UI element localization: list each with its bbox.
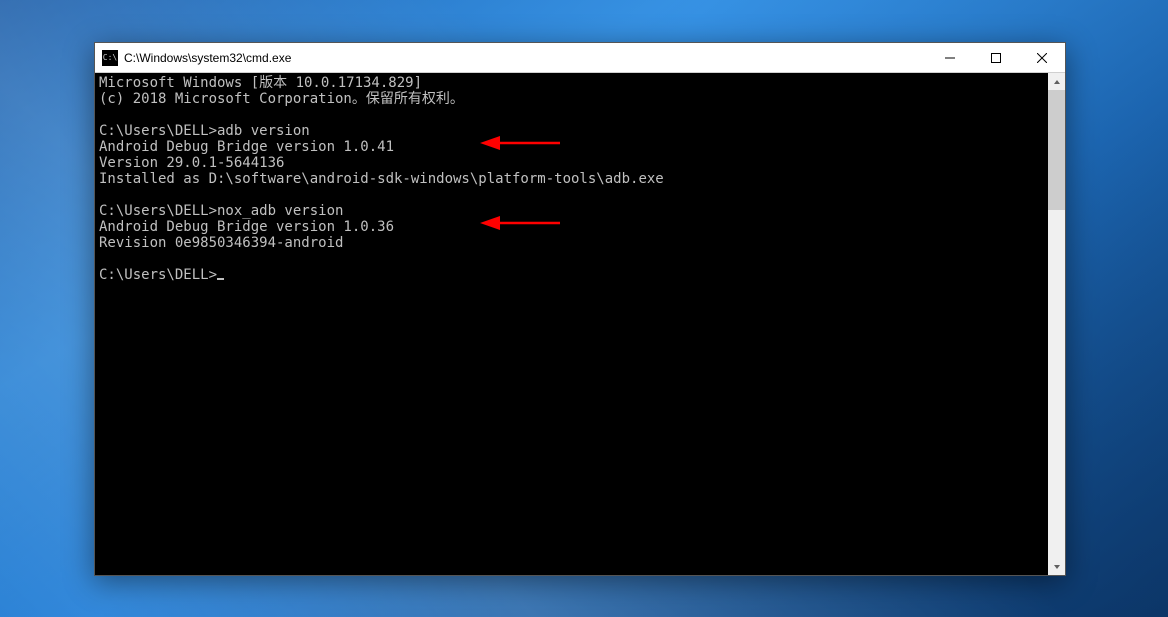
cmd-icon: C:\ xyxy=(102,50,118,66)
close-button[interactable] xyxy=(1019,43,1065,72)
vertical-scrollbar[interactable] xyxy=(1048,73,1065,575)
window-title: C:\Windows\system32\cmd.exe xyxy=(124,51,927,65)
scroll-up-button[interactable] xyxy=(1048,73,1065,90)
window-controls xyxy=(927,43,1065,72)
desktop-background: C:\ C:\Windows\system32\cmd.exe Microsof… xyxy=(0,0,1168,617)
scroll-track[interactable] xyxy=(1048,90,1065,558)
minimize-button[interactable] xyxy=(927,43,973,72)
scroll-down-button[interactable] xyxy=(1048,558,1065,575)
cmd-window: C:\ C:\Windows\system32\cmd.exe Microsof… xyxy=(94,42,1066,576)
cursor xyxy=(217,278,224,280)
scroll-thumb[interactable] xyxy=(1048,90,1065,210)
titlebar[interactable]: C:\ C:\Windows\system32\cmd.exe xyxy=(95,43,1065,73)
console-output: Microsoft Windows [版本 10.0.17134.829] (c… xyxy=(95,73,1048,575)
console-area[interactable]: Microsoft Windows [版本 10.0.17134.829] (c… xyxy=(95,73,1065,575)
maximize-button[interactable] xyxy=(973,43,1019,72)
